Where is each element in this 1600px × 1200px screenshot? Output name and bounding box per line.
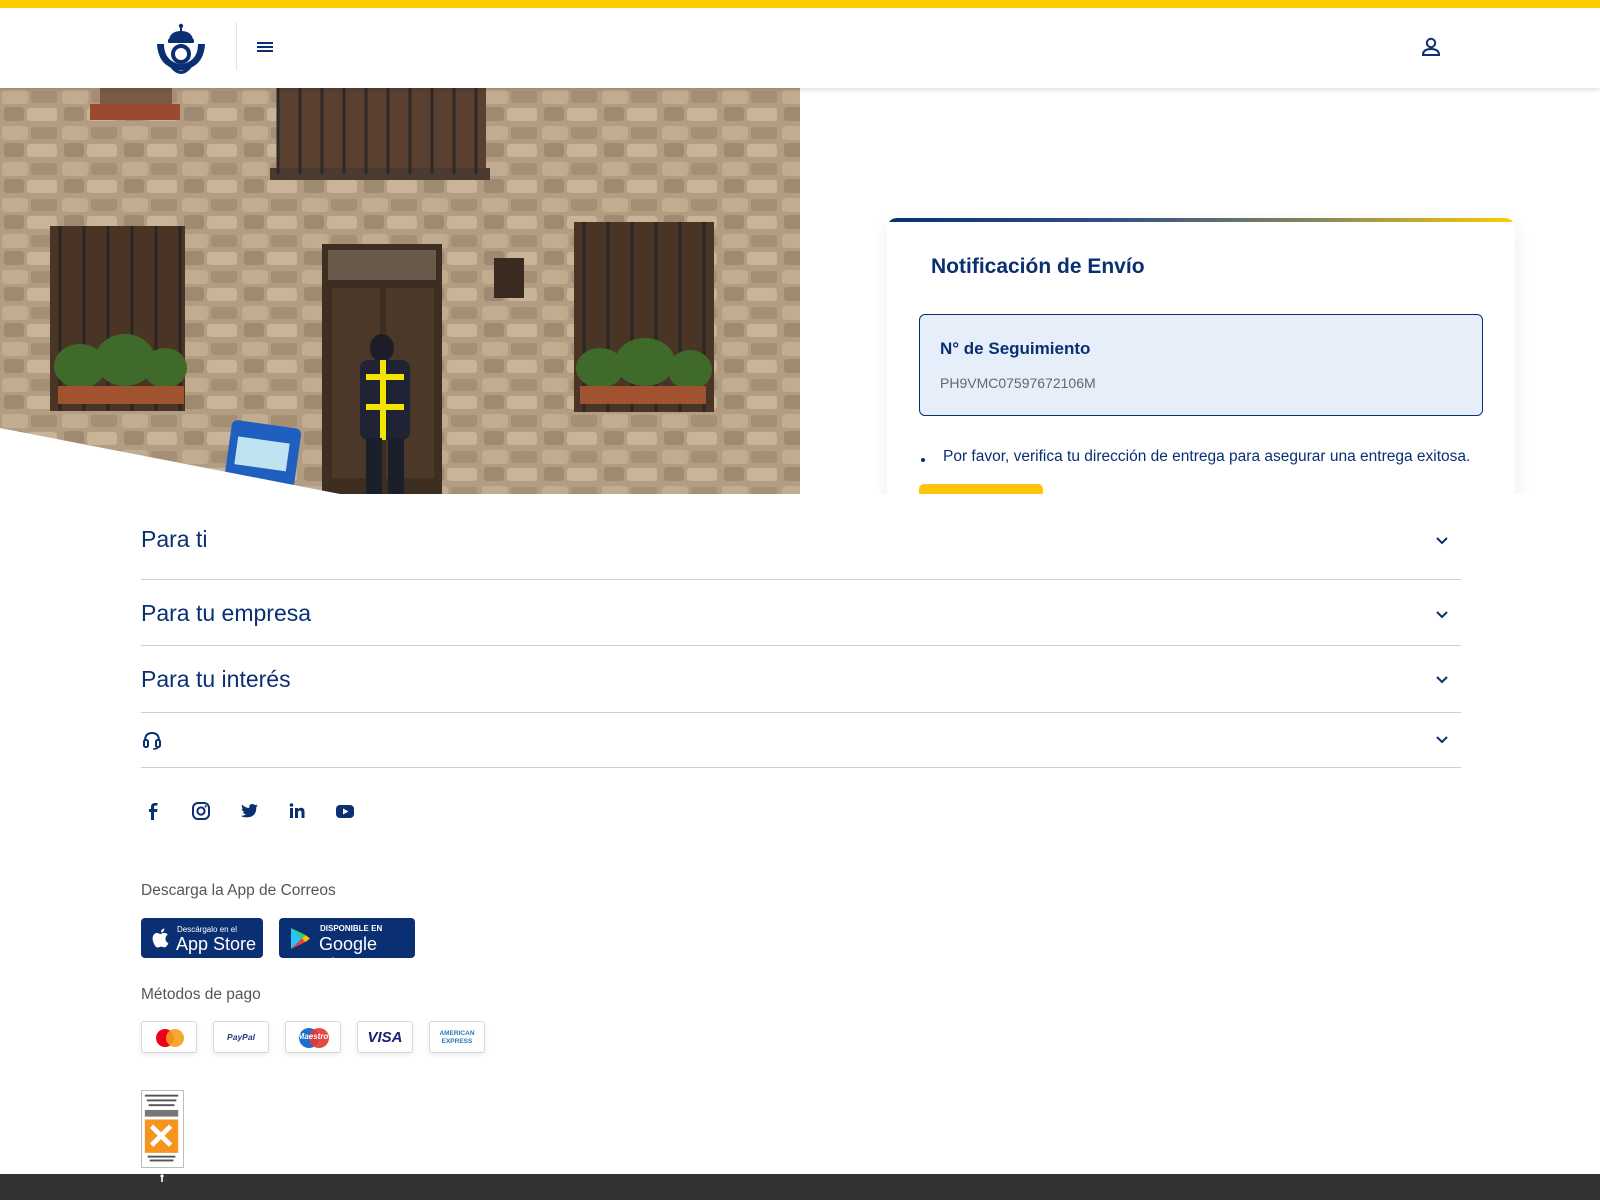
hero-illustration [0, 88, 800, 494]
accordion-support[interactable] [141, 713, 1461, 768]
card-title: Notificación de Envío [931, 255, 1145, 278]
accordion-label: Para tu empresa [141, 600, 312, 626]
instagram-icon[interactable] [190, 800, 212, 822]
mastercard-icon [141, 1021, 197, 1053]
user-account-icon[interactable] [1419, 34, 1443, 60]
maestro-text: Maestro [297, 1032, 329, 1041]
bottom-dark-bar [0, 1174, 1600, 1200]
chevron-down-icon [1436, 676, 1448, 684]
accordion-para-ti[interactable]: Para ti [141, 502, 1461, 580]
facebook-icon[interactable] [142, 800, 164, 822]
chevron-down-icon [1436, 611, 1448, 619]
tracking-number-box: N° de Seguimiento PH9VMC07597672106M [919, 314, 1483, 416]
delivery-note-text: Por favor, verifica tu dirección de entr… [943, 448, 1471, 465]
app-store-big-text: App Store [176, 934, 257, 954]
card-gradient-bar [887, 218, 1515, 222]
amex-text-line1: AMERICAN [439, 1030, 475, 1037]
headset-icon [143, 731, 161, 750]
hero-section: Notificación de Envío N° de Seguimiento … [0, 88, 1600, 566]
header-divider [236, 22, 237, 70]
bullet-dot-icon [921, 458, 925, 462]
site-footer: Para ti Para tu empresa Para tu interés … [0, 494, 1600, 1174]
crown-icon [160, 1174, 164, 1182]
brand-top-stripe [0, 0, 1600, 8]
chevron-down-icon [1436, 537, 1448, 545]
payment-methods-label: Métodos de pago [141, 986, 261, 1003]
delivery-note: Por favor, verifica tu dirección de entr… [921, 448, 1470, 466]
linkedin-icon[interactable] [286, 800, 308, 822]
chevron-down-icon [1436, 736, 1448, 744]
correos-logo-icon[interactable] [154, 20, 208, 78]
site-header [0, 8, 1600, 88]
hamburger-menu-icon[interactable] [252, 36, 278, 58]
visa-icon: VISA [357, 1021, 413, 1053]
postman-door-photo [0, 88, 800, 494]
paypal-icon: PayPal [213, 1021, 269, 1053]
app-store-button[interactable]: Descárgalo en el App Store [141, 918, 263, 958]
google-play-button[interactable]: DISPONIBLE EN Google Play [279, 918, 415, 975]
arbitraje-consumo-seal-icon [141, 1090, 184, 1168]
app-store-small-text: Descárgalo en el [177, 925, 238, 934]
google-play-big-text: Google Play [319, 934, 378, 975]
app-download-label: Descarga la App de Correos [141, 882, 336, 899]
apple-icon [152, 928, 169, 948]
tracking-number: PH9VMC07597672106M [940, 375, 1096, 391]
visa-text: VISA [367, 1029, 403, 1046]
maestro-icon: Maestro [285, 1021, 341, 1053]
accordion-para-tu-empresa[interactable]: Para tu empresa [141, 580, 1461, 646]
google-play-small-text: DISPONIBLE EN [320, 924, 383, 933]
american-express-icon: AMERICAN EXPRESS [429, 1021, 485, 1053]
accordion-label: Para tu interés [141, 666, 291, 692]
amex-text-line2: EXPRESS [441, 1038, 473, 1045]
tracking-label: N° de Seguimiento [940, 339, 1091, 358]
google-play-icon [291, 928, 310, 949]
paypal-text: PayPal [227, 1032, 255, 1042]
youtube-icon[interactable] [334, 800, 356, 822]
twitter-icon[interactable] [238, 800, 260, 822]
accordion-para-tu-interes[interactable]: Para tu interés [141, 646, 1461, 713]
accordion-label: Para ti [141, 526, 208, 552]
